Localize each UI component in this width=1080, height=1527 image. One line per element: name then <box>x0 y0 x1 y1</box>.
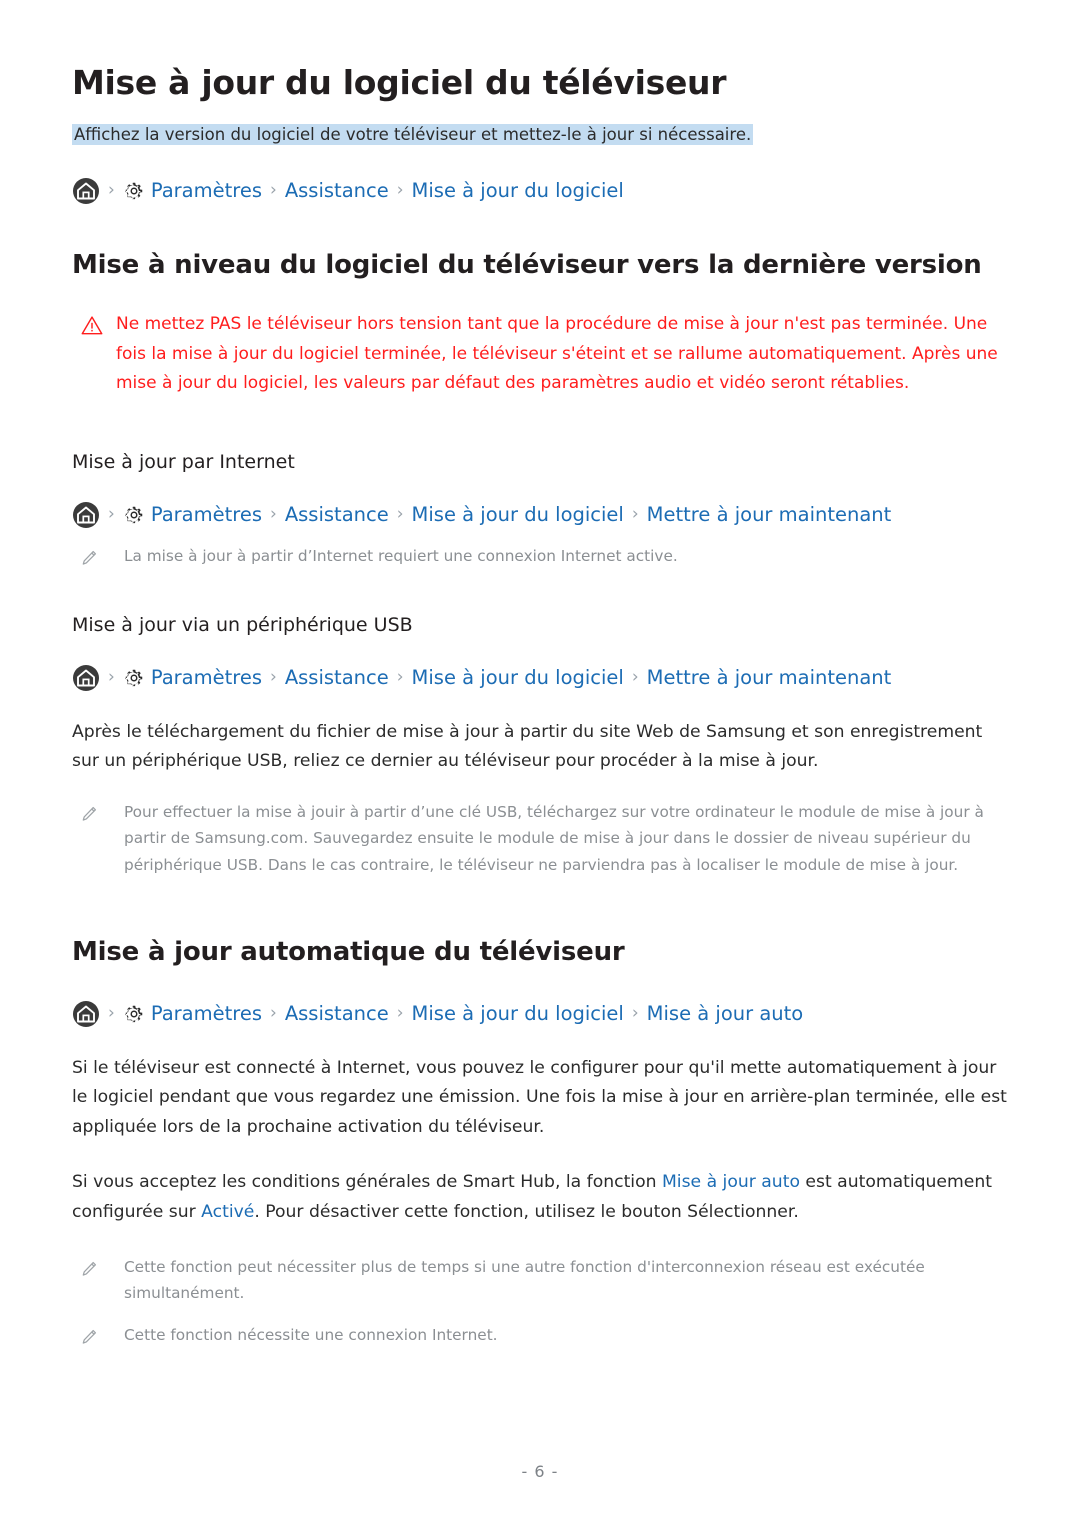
gear-icon[interactable] <box>123 1003 145 1025</box>
chevron-right-icon: › <box>108 667 115 688</box>
home-icon[interactable] <box>72 177 100 205</box>
note-auto-2-text: Cette fonction nécessite une connexion I… <box>124 1326 498 1345</box>
breadcrumb-item-mise-a-jour-logiciel[interactable]: Mise à jour du logiciel <box>412 668 624 688</box>
note-auto-2: Cette fonction nécessite une connexion I… <box>72 1322 1008 1348</box>
breadcrumb-item-assistance[interactable]: Assistance <box>285 1004 389 1024</box>
page-number: - 6 - <box>521 1462 559 1481</box>
breadcrumb-item-mettre-a-jour-maintenant[interactable]: Mettre à jour maintenant <box>647 505 892 525</box>
breadcrumb-item-parametres[interactable]: Paramètres <box>151 1004 262 1024</box>
chevron-right-icon: › <box>108 1003 115 1024</box>
chevron-right-icon: › <box>108 180 115 201</box>
chevron-right-icon: › <box>108 504 115 525</box>
breadcrumb-usb[interactable]: › Paramètres › Assistance › Mise à jour … <box>72 664 1008 692</box>
manual-page: Mise à jour du logiciel du téléviseur Af… <box>0 0 1080 1527</box>
note-usb: Pour effectuer la mise à jouir à partir … <box>72 799 1008 878</box>
breadcrumb-item-parametres[interactable]: Paramètres <box>151 181 262 201</box>
page-title: Mise à jour du logiciel du téléviseur <box>72 63 727 102</box>
pencil-icon <box>80 1260 98 1278</box>
breadcrumb-item-parametres[interactable]: Paramètres <box>151 505 262 525</box>
home-icon[interactable] <box>72 664 100 692</box>
paragraph-auto-2: Si vous acceptez les conditions générale… <box>72 1168 1008 1227</box>
pencil-icon <box>80 549 98 567</box>
warning-text: Ne mettez PAS le téléviseur hors tension… <box>116 314 998 393</box>
page-subtitle: Affichez la version du logiciel de votre… <box>72 123 1008 146</box>
breadcrumb-main[interactable]: › Paramètres › Assistance › Mise à jour … <box>72 177 1008 205</box>
chevron-right-icon: › <box>270 504 277 525</box>
chevron-right-icon: › <box>270 1003 277 1024</box>
chevron-right-icon: › <box>631 667 639 688</box>
link-mise-a-jour-auto[interactable]: Mise à jour auto <box>662 1172 800 1192</box>
pencil-icon <box>80 805 98 823</box>
breadcrumb-item-mise-a-jour-auto[interactable]: Mise à jour auto <box>647 1004 804 1024</box>
section-heading-upgrade: Mise à niveau du logiciel du téléviseur … <box>72 249 982 280</box>
gear-icon[interactable] <box>123 667 145 689</box>
chevron-right-icon: › <box>631 504 639 525</box>
chevron-right-icon: › <box>270 180 277 201</box>
paragraph-auto-1: Si le téléviseur est connecté à Internet… <box>72 1057 1007 1137</box>
pencil-icon <box>80 1328 98 1346</box>
home-icon[interactable] <box>72 1000 100 1028</box>
chevron-right-icon: › <box>396 667 404 688</box>
note-auto-1-text: Cette fonction peut nécessiter plus de t… <box>124 1257 925 1302</box>
chevron-right-icon: › <box>396 1003 404 1024</box>
paragraph-auto-2-part3: . Pour désactiver cette fonction, utilis… <box>254 1201 799 1222</box>
chevron-right-icon: › <box>631 1003 639 1024</box>
chevron-right-icon: › <box>396 504 404 525</box>
note-internet: La mise à jour à partir d’Internet requi… <box>72 543 1008 569</box>
subsection-heading-internet: Mise à jour par Internet <box>72 451 295 474</box>
chevron-right-icon: › <box>396 180 404 201</box>
breadcrumb-item-assistance[interactable]: Assistance <box>285 668 389 688</box>
breadcrumb-auto[interactable]: › Paramètres › Assistance › Mise à jour … <box>72 1000 1008 1028</box>
section-heading-auto: Mise à jour automatique du téléviseur <box>72 936 625 967</box>
paragraph-usb: Après le téléchargement du fichier de mi… <box>72 721 983 772</box>
gear-icon[interactable] <box>123 180 145 202</box>
link-active[interactable]: Activé <box>201 1202 254 1222</box>
breadcrumb-item-mettre-a-jour-maintenant[interactable]: Mettre à jour maintenant <box>647 668 892 688</box>
breadcrumb-item-assistance[interactable]: Assistance <box>285 181 389 201</box>
subsection-heading-usb: Mise à jour via un périphérique USB <box>72 614 413 637</box>
warning-triangle-icon <box>80 315 106 337</box>
gear-icon[interactable] <box>123 504 145 526</box>
home-icon[interactable] <box>72 501 100 529</box>
paragraph-auto-2-part1: Si vous acceptez les conditions générale… <box>72 1172 662 1193</box>
breadcrumb-item-mise-a-jour-logiciel[interactable]: Mise à jour du logiciel <box>412 1004 624 1024</box>
chevron-right-icon: › <box>270 667 277 688</box>
note-internet-text: La mise à jour à partir d’Internet requi… <box>124 546 678 565</box>
note-usb-text: Pour effectuer la mise à jouir à partir … <box>124 802 984 874</box>
note-auto-1: Cette fonction peut nécessiter plus de t… <box>72 1254 1008 1307</box>
warning-block: Ne mettez PAS le téléviseur hors tension… <box>72 310 1008 398</box>
breadcrumb-item-parametres[interactable]: Paramètres <box>151 668 262 688</box>
breadcrumb-item-assistance[interactable]: Assistance <box>285 505 389 525</box>
breadcrumb-internet[interactable]: › Paramètres › Assistance › Mise à jour … <box>72 501 1008 529</box>
page-subtitle-text: Affichez la version du logiciel de votre… <box>72 124 754 146</box>
breadcrumb-item-mise-a-jour-logiciel[interactable]: Mise à jour du logiciel <box>412 505 624 525</box>
breadcrumb-item-mise-a-jour-logiciel[interactable]: Mise à jour du logiciel <box>412 181 624 201</box>
